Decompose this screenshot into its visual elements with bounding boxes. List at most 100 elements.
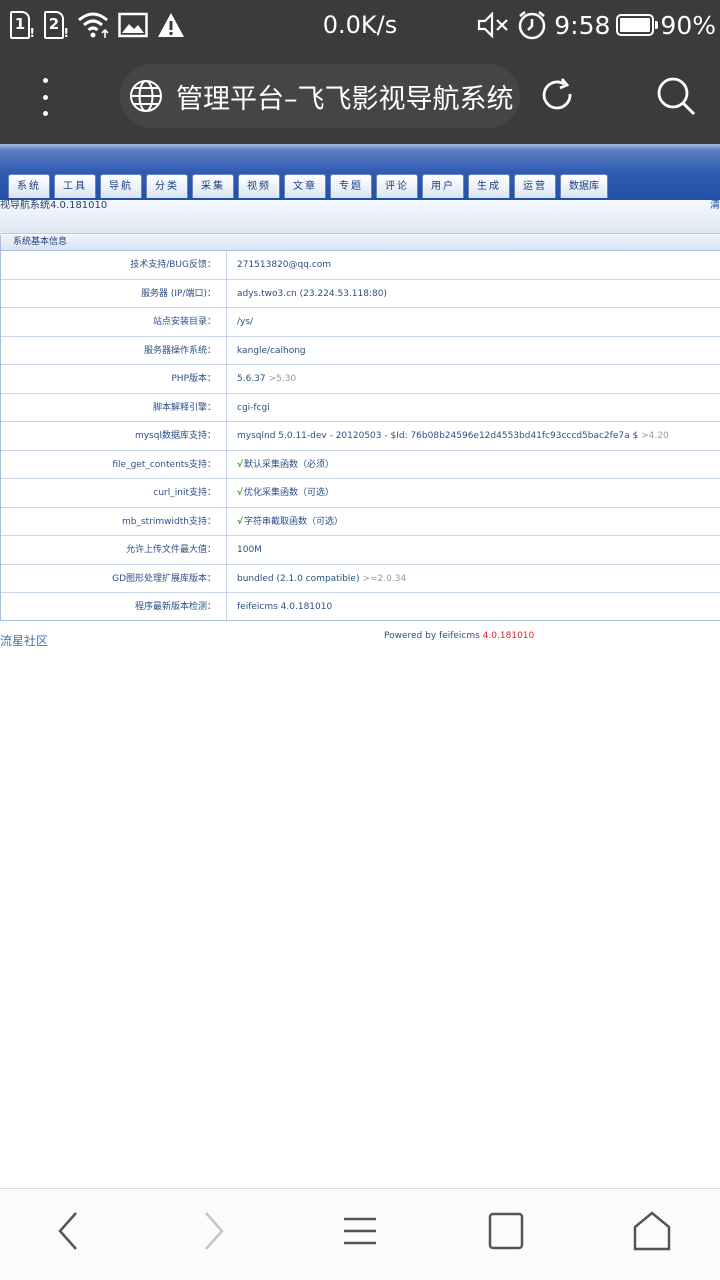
forward-icon[interactable] [188,1209,240,1253]
battery-icon [616,14,659,36]
check-icon: √ [237,516,244,527]
table-row: 技术支持/BUG反馈： 271513820@qq.com [1,251,720,280]
info-label: mysql数据库支持： [1,422,227,450]
info-label: 服务器 (IP/端口)： [1,279,227,307]
info-value-text: 271513820@qq.com [237,260,332,270]
system-info-panel: 系统基本信息 技术支持/BUG反馈： 271513820@qq.com 服务器 (I… [0,235,720,622]
info-label: 脚本解释引擎： [1,393,227,421]
browser-menu-button[interactable] [30,72,60,122]
address-bar[interactable]: 管理平台–飞飞影视导航系统 [120,64,520,128]
info-label: GD图形处理扩展库版本： [1,564,227,592]
info-value: mysqlnd 5.0.11-dev - 20120503 - $Id: 76b… [227,422,720,450]
tab-video[interactable]: 视频 [238,174,280,198]
admin-header: 系统 工具 导航 分类 采集 视频 文章 专题 评论 用户 生成 运营 数据库 [0,144,720,200]
check-icon: √ [237,488,244,498]
table-row: 程序最新版本检测： feifeicms 4.0.181010 [1,593,720,622]
system-version: 视导航系统4.0.181010 [0,200,108,211]
status-bar: 1 ! 2 ! 0.0K/s 9:58 90% [0,0,720,50]
info-value-text: feifeicms 4.0.181010 [237,602,333,612]
globe-icon [130,80,162,112]
table-row: 服务器操作系统： kangle/caihong [1,336,720,365]
info-label: PHP版本： [1,365,227,393]
info-value: √优化采集函数（可选） [227,479,720,507]
check-icon: √ [237,459,244,470]
powered-version: 4.0.181010 [482,631,535,641]
panel-title: 系统基本信息 [1,235,720,251]
tab-tools[interactable]: 工具 [54,174,96,198]
info-value-text: 默认采集函数（必须） [244,459,335,470]
powered-by: Powered by feifeicms 4.0.181010 [384,631,534,641]
table-row: PHP版本： 5.6.37 >5.30 [1,365,720,394]
tab-user[interactable]: 用户 [422,174,464,198]
table-row: file_get_contents支持： √默认采集函数（必须） [1,450,720,479]
table-row: mb_strimwidth支持： √字符串截取函数（可选） [1,507,720,536]
info-value-text: cgi-fcgi [237,402,270,413]
info-label: 服务器操作系统： [1,336,227,364]
info-label: file_get_contents支持： [1,450,227,478]
info-value: √字符串截取函数（可选） [227,508,720,536]
info-table: 技术支持/BUG反馈： 271513820@qq.com 服务器 (IP/端口)： a… [1,251,720,622]
table-row: 站点安装目录： /ys/ [1,308,720,337]
tab-generate[interactable]: 生成 [468,174,510,198]
info-value-text: 100M [237,545,262,555]
admin-subbar: 视导航系统4.0.181010 清 [0,200,720,234]
tab-system[interactable]: 系统 [8,174,50,198]
battery-percent: 90% [660,10,716,40]
info-label: 允许上传文件最大值： [1,536,227,564]
info-value: kangle/caihong [227,337,720,365]
tab-category[interactable]: 分类 [146,174,188,198]
info-value-text: adys.two3.cn (23.224.53.118:80) [237,288,387,299]
info-value: 271513820@qq.com [227,251,720,279]
info-value-text: /ys/ [237,317,254,327]
info-value-text: 字符串截取函数（可选） [244,516,344,527]
alarm-icon [519,11,546,40]
info-value-text: 优化采集函数（可选） [244,488,335,498]
browser-toolbar: 管理平台–飞飞影视导航系统 [0,50,720,144]
community-link[interactable]: 流星社区 [0,632,48,649]
table-row: mysql数据库支持： mysqlnd 5.0.11-dev - 20120503… [1,422,720,451]
table-row: 允许上传文件最大值： 100M [1,536,720,565]
menu-icon[interactable] [334,1209,386,1253]
info-value: adys.two3.cn (23.224.53.118:80) [227,280,720,308]
info-value: /ys/ [227,308,720,336]
tab-operation[interactable]: 运营 [514,174,556,198]
info-value: √默认采集函数（必须） [227,451,720,479]
admin-nav: 系统 工具 导航 分类 采集 视频 文章 专题 评论 用户 生成 运营 数据库 [8,174,608,198]
mute-icon [478,11,509,39]
info-label: 程序最新版本检测： [1,593,227,622]
reload-icon[interactable] [538,76,578,116]
table-row: 服务器 (IP/端口)： adys.two3.cn (23.224.53.118:… [1,279,720,308]
info-value: 5.6.37 >5.30 [227,365,720,393]
tab-topic[interactable]: 专题 [330,174,372,198]
tabs-icon[interactable] [480,1209,532,1253]
search-icon[interactable] [655,75,697,117]
browser-bottom-nav [0,1188,720,1280]
info-value: cgi-fcgi [227,394,720,422]
tab-article[interactable]: 文章 [284,174,326,198]
requirement-hint: >4.20 [641,431,669,441]
home-icon[interactable] [626,1209,678,1253]
info-value-text: 5.6.37 [237,374,266,384]
info-value-text: bundled (2.1.0 compatible) [237,573,360,584]
info-value: 100M [227,536,720,564]
table-row: curl_init支持： √优化采集函数（可选） [1,479,720,508]
page-title: 管理平台–飞飞影视导航系统 [176,83,514,115]
clear-cache-link[interactable]: 清 [710,200,720,212]
powered-text: Powered by feifeicms [384,631,480,641]
requirement-hint: >5.30 [268,374,297,384]
tab-database[interactable]: 数据库 [560,174,608,198]
back-icon[interactable] [42,1209,94,1253]
info-value: bundled (2.1.0 compatible) >=2.0.34 [227,565,720,593]
info-label: curl_init支持： [1,479,227,507]
info-value-text: mysqlnd 5.0.11-dev - 20120503 - $Id: 76b… [237,431,639,441]
tab-comment[interactable]: 评论 [376,174,418,198]
info-label: mb_strimwidth支持： [1,507,227,535]
requirement-hint: >=2.0.34 [362,573,407,584]
tab-navigation[interactable]: 导航 [100,174,142,198]
table-row: GD图形处理扩展库版本： bundled (2.1.0 compatible) >=… [1,564,720,593]
table-row: 脚本解释引擎： cgi-fcgi [1,393,720,422]
tab-collect[interactable]: 采集 [192,174,234,198]
info-value-text: kangle/caihong [237,345,306,356]
info-label: 站点安装目录： [1,308,227,336]
status-right-icons: 9:58 90% [476,8,716,42]
